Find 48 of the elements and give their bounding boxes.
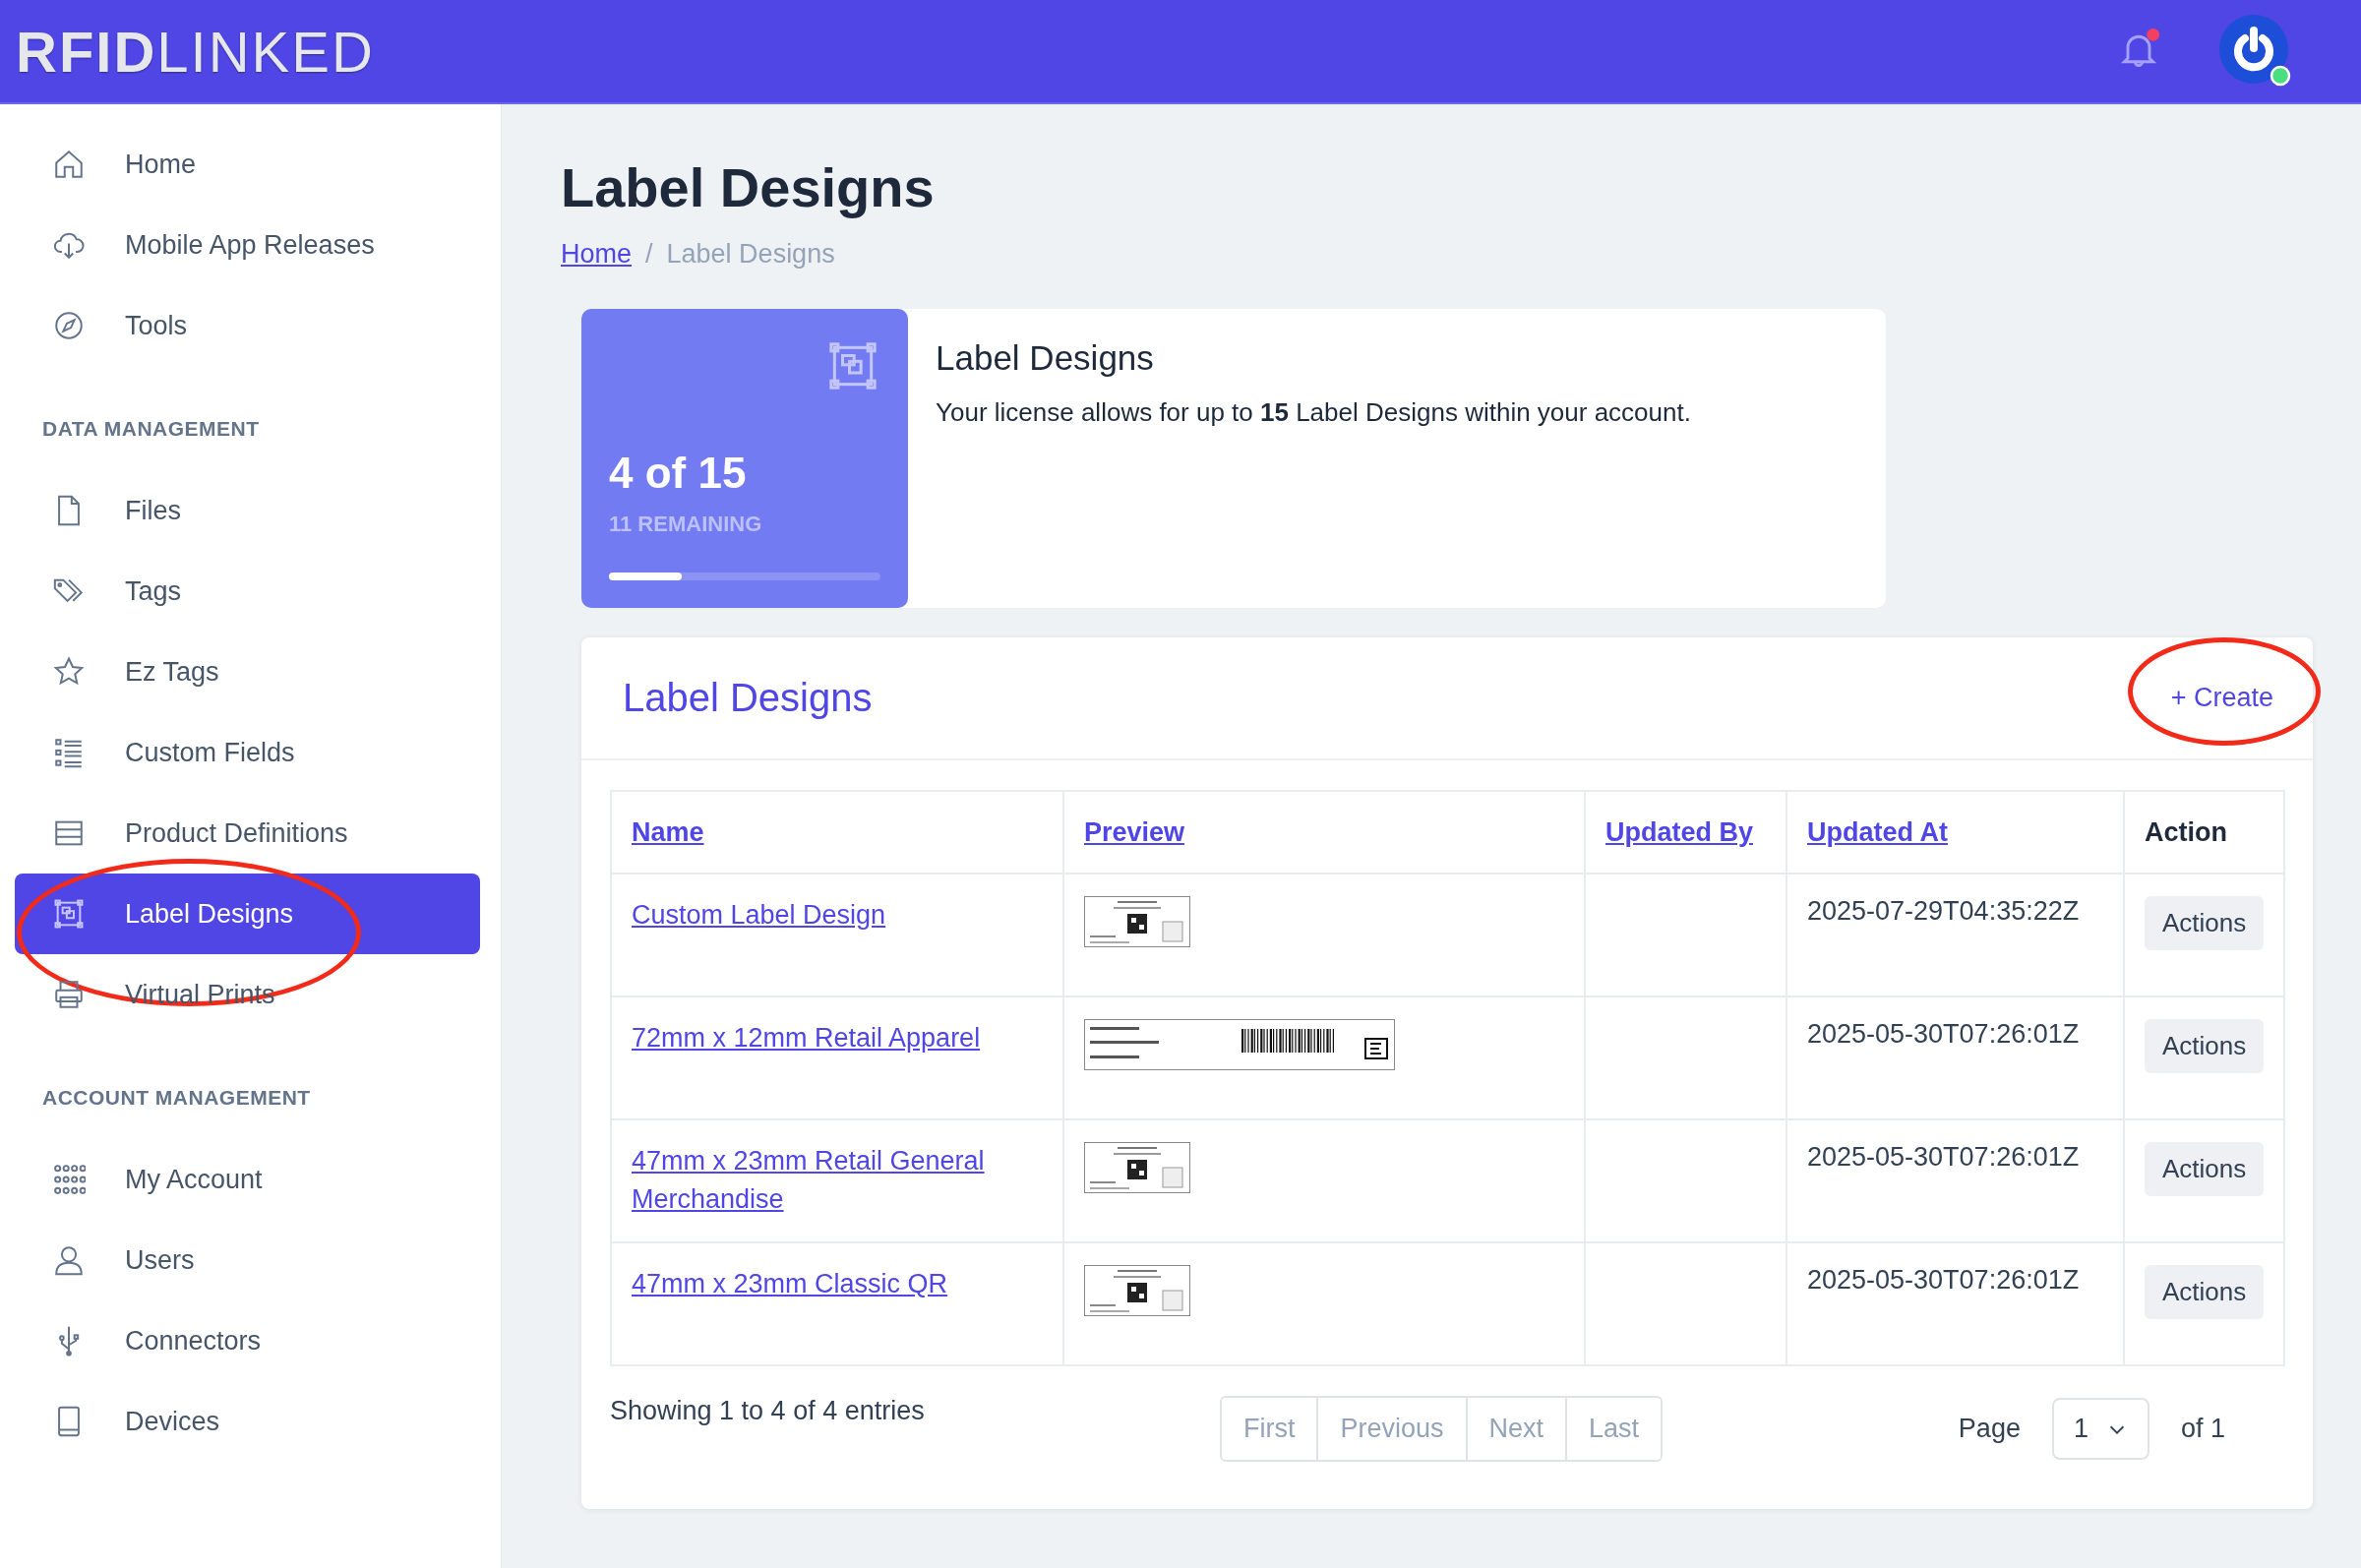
section-heading: ACCOUNT MANAGEMENT [41,1086,312,1111]
dots-grid-icon [52,1163,86,1196]
page-label: Page [1958,1414,2021,1444]
sortable-column-header[interactable]: Updated At [1807,816,1948,847]
column-header: Action [2145,816,2227,847]
table-cell: 2025-07-29T04:35:22Z [1807,896,2080,926]
sidebar-item[interactable]: Mobile App Releases [15,205,480,285]
sidebar-item[interactable]: Devices [15,1381,480,1462]
remaining-label: 11 REMAINING [609,512,763,537]
sidebar-item[interactable]: Tools [15,285,480,366]
card-title: Label Designs [623,676,873,720]
license-text: Your license allows for up to 15 Label Designs within your account. [936,397,1691,428]
sidebar-item[interactable]: My Account [15,1139,480,1220]
page-select[interactable]: 1 [2051,1398,2149,1460]
actions-button[interactable]: Actions [2145,1265,2265,1319]
page-title: Label Designs [561,155,936,219]
printer-icon [52,978,86,1011]
sidebar-item[interactable]: Tags [15,551,480,632]
sidebar-item[interactable]: Product Definitions [15,793,480,874]
actions-button[interactable]: Actions [2145,1019,2265,1073]
create-button[interactable]: + Create [2170,677,2273,719]
entries-summary: Showing 1 to 4 of 4 entries [610,1396,926,1426]
license-title: Label Designs [936,338,1155,378]
breadcrumb-link[interactable]: Home [561,239,633,270]
sidebar-item[interactable]: Ez Tags [15,632,480,712]
section-heading: DATA MANAGEMENT [41,417,261,442]
table-cell: 2025-05-30T07:26:01Z [1807,1019,2080,1049]
actions-button[interactable]: Actions [2145,1142,2265,1196]
user-icon [52,1243,86,1277]
sidebar-item[interactable]: Files [15,470,480,551]
page-count: of 1 [2180,1414,2225,1444]
table-cell: 2025-05-30T07:26:01Z [1807,1142,2080,1172]
sidebar-item[interactable]: Users [15,1220,480,1300]
sidebar-item[interactable]: Connectors [15,1300,480,1381]
sortable-column-header[interactable]: Preview [1084,816,1185,847]
license-count: 4 of 15 [609,449,748,498]
actions-button[interactable]: Actions [2145,896,2265,950]
table-cell: 2025-05-30T07:26:01Z [1807,1265,2080,1295]
breadcrumb-separator: / [645,239,653,270]
sortable-column-header[interactable]: Name [632,816,704,847]
sidebar-item[interactable]: Home [15,124,480,205]
sidebar-item[interactable]: Custom Fields [15,712,480,793]
home-icon [52,148,86,181]
sidebar-item[interactable]: Label Designs [15,874,480,954]
compass-icon [52,309,86,342]
logo: RFIDLINKED [16,18,375,85]
design-frame-icon [52,897,86,931]
breadcrumb-current: Label Designs [666,239,835,270]
